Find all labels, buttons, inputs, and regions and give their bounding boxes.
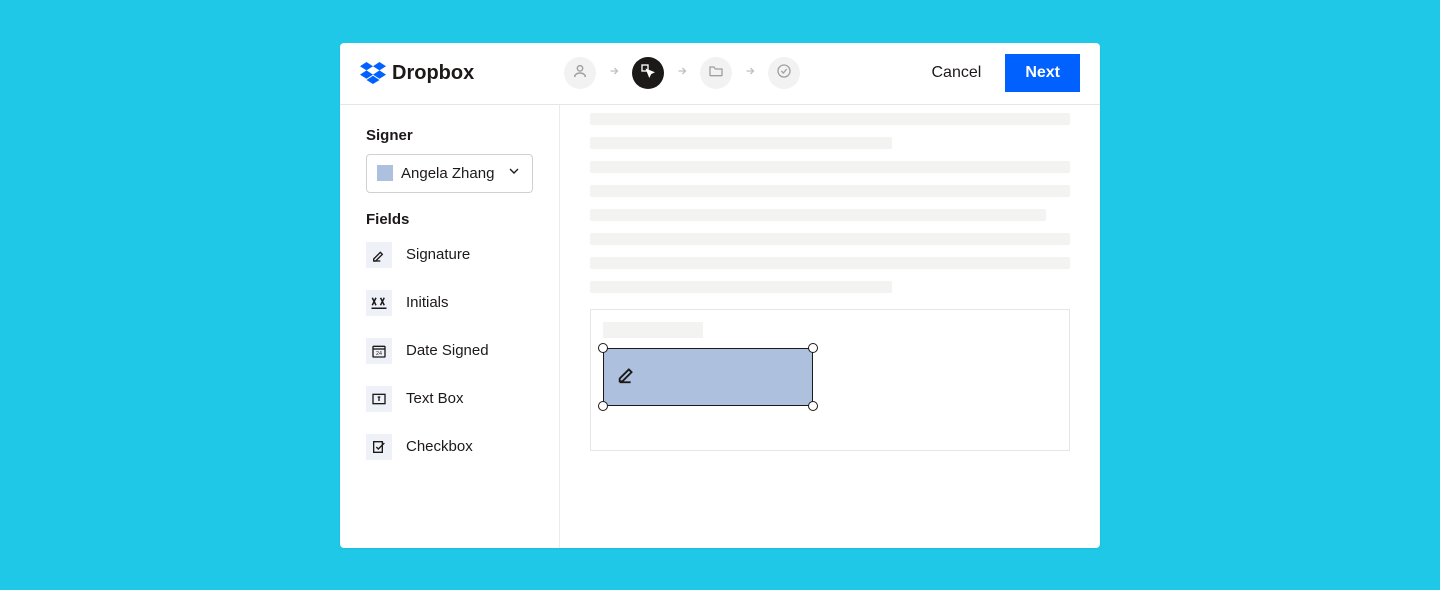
- field-label: Checkbox: [406, 438, 473, 455]
- chevron-down-icon: [506, 163, 522, 184]
- fields-section-label: Fields: [366, 211, 533, 228]
- cursor-field-icon: [640, 63, 656, 84]
- dropbox-icon: [360, 62, 386, 84]
- skeleton-line: [590, 185, 1070, 197]
- body: Signer Angela Zhang Fields Signature: [340, 105, 1100, 548]
- arrow-right-icon: [744, 64, 756, 82]
- initials-icon: [366, 290, 392, 316]
- skeleton-line: [590, 257, 1070, 269]
- step-fields[interactable]: [632, 57, 664, 89]
- checkbox-icon: [366, 434, 392, 460]
- skeleton-line: [590, 209, 1046, 221]
- field-label: Signature: [406, 246, 470, 263]
- document-canvas[interactable]: [560, 105, 1100, 548]
- svg-text:24: 24: [376, 351, 382, 357]
- arrow-right-icon: [676, 64, 688, 82]
- field-item-date-signed[interactable]: 24 Date Signed: [366, 338, 533, 364]
- resize-handle-tl[interactable]: [598, 343, 608, 353]
- field-item-initials[interactable]: Initials: [366, 290, 533, 316]
- resize-handle-br[interactable]: [808, 401, 818, 411]
- skeleton-line: [590, 113, 1070, 125]
- skeleton-line: [603, 322, 703, 338]
- signature-area: [590, 309, 1070, 451]
- resize-handle-tr[interactable]: [808, 343, 818, 353]
- skeleton-line: [590, 281, 892, 293]
- step-signer[interactable]: [564, 57, 596, 89]
- signer-color-swatch: [377, 165, 393, 181]
- folder-icon: [708, 63, 724, 84]
- skeleton-line: [590, 137, 892, 149]
- textbox-icon: [366, 386, 392, 412]
- skeleton-line: [590, 161, 1070, 173]
- stepper: [564, 57, 800, 89]
- field-item-checkbox[interactable]: Checkbox: [366, 434, 533, 460]
- date-icon: 24: [366, 338, 392, 364]
- brand-name: Dropbox: [392, 62, 474, 85]
- arrow-right-icon: [608, 64, 620, 82]
- check-circle-icon: [776, 63, 792, 84]
- signature-icon: [366, 242, 392, 268]
- signer-selected-name: Angela Zhang: [401, 165, 494, 182]
- sidebar: Signer Angela Zhang Fields Signature: [340, 105, 560, 548]
- brand-logo: Dropbox: [360, 62, 474, 85]
- cancel-button[interactable]: Cancel: [932, 64, 982, 82]
- field-label: Initials: [406, 294, 449, 311]
- field-list: Signature Initials 24: [366, 242, 533, 460]
- field-item-textbox[interactable]: Text Box: [366, 386, 533, 412]
- resize-handle-bl[interactable]: [598, 401, 608, 411]
- step-review[interactable]: [768, 57, 800, 89]
- signer-section-label: Signer: [366, 127, 533, 144]
- signature-icon: [616, 363, 638, 390]
- header-actions: Cancel Next: [932, 54, 1081, 92]
- placed-signature-field[interactable]: [603, 348, 813, 406]
- field-item-signature[interactable]: Signature: [366, 242, 533, 268]
- next-button[interactable]: Next: [1005, 54, 1080, 92]
- person-icon: [572, 63, 588, 84]
- skeleton-line: [590, 233, 1070, 245]
- signer-select[interactable]: Angela Zhang: [366, 154, 533, 193]
- field-label: Date Signed: [406, 342, 489, 359]
- step-folder[interactable]: [700, 57, 732, 89]
- header: Dropbox: [340, 43, 1100, 105]
- field-label: Text Box: [406, 390, 464, 407]
- app-window: Dropbox: [340, 43, 1100, 548]
